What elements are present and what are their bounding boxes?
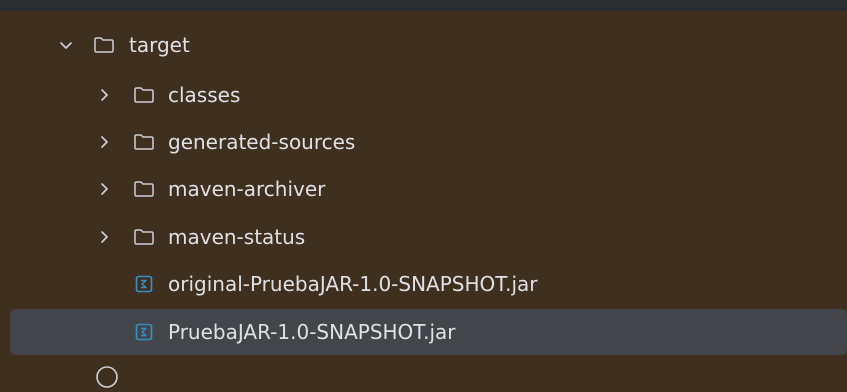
project-tree: target classes generated-sources maven-a… xyxy=(0,0,847,388)
tree-row-maven-status[interactable]: maven-status xyxy=(0,214,847,260)
folder-icon xyxy=(134,87,154,103)
folder-icon xyxy=(134,134,154,150)
jar-file-icon xyxy=(135,323,153,341)
tree-item-label: original-PruebaJAR-1.0-SNAPSHOT.jar xyxy=(168,272,538,296)
tree-top-edge xyxy=(0,0,847,11)
tree-item-label: generated-sources xyxy=(168,130,356,154)
folder-icon xyxy=(134,229,154,245)
folder-icon xyxy=(94,37,114,53)
tree-row-pruebajar-selected[interactable]: PruebaJAR-1.0-SNAPSHOT.jar xyxy=(10,309,847,355)
chevron-right-icon[interactable] xyxy=(94,179,114,199)
tree-row-maven-archiver[interactable]: maven-archiver xyxy=(0,166,847,212)
tree-item-label: maven-status xyxy=(168,225,306,249)
chevron-down-icon[interactable] xyxy=(56,35,76,55)
folder-icon xyxy=(134,181,154,197)
tree-item-label: target xyxy=(129,33,190,57)
tree-row-generated-sources[interactable]: generated-sources xyxy=(0,119,847,165)
tree-row-classes[interactable]: classes xyxy=(0,72,847,118)
tree-item-label: PruebaJAR-1.0-SNAPSHOT.jar xyxy=(168,320,456,344)
partial-icon xyxy=(96,366,118,388)
tree-item-label: maven-archiver xyxy=(168,177,326,201)
tree-row-original-jar[interactable]: original-PruebaJAR-1.0-SNAPSHOT.jar xyxy=(0,261,847,307)
chevron-right-icon[interactable] xyxy=(94,85,114,105)
chevron-right-icon[interactable] xyxy=(94,132,114,152)
jar-file-icon xyxy=(135,275,153,293)
chevron-right-icon[interactable] xyxy=(94,227,114,247)
tree-item-label: classes xyxy=(168,83,241,107)
tree-row-target[interactable]: target xyxy=(0,22,847,68)
